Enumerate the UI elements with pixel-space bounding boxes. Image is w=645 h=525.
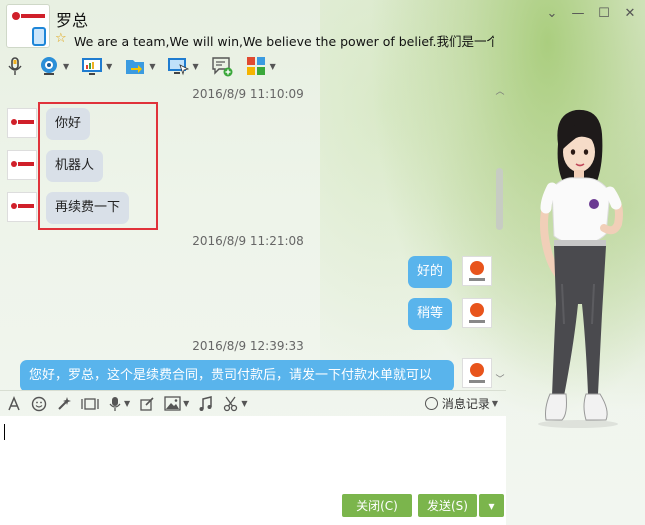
font-button[interactable] bbox=[6, 395, 22, 412]
contact-name[interactable]: 罗总 bbox=[56, 7, 88, 31]
scissors-icon bbox=[224, 396, 238, 411]
my-message-avatar[interactable] bbox=[462, 298, 492, 328]
video-call-button[interactable]: ▼ bbox=[38, 55, 69, 77]
close-icon[interactable]: ✕ bbox=[623, 6, 637, 21]
thumbs-up-logo-icon bbox=[469, 261, 485, 281]
input-toolbar: ▼ ▼ ▼ 消息记录 ▼ bbox=[0, 390, 506, 416]
screenshot-icon bbox=[81, 397, 99, 410]
contact-message-avatar[interactable] bbox=[7, 192, 37, 222]
scroll-up-icon[interactable]: ︿ bbox=[494, 84, 506, 97]
chevron-down-icon[interactable]: ▼ bbox=[192, 62, 198, 71]
add-chat-icon bbox=[211, 57, 233, 77]
screenshot-button[interactable] bbox=[81, 396, 99, 412]
skin-dropdown-icon[interactable]: ⌄ bbox=[545, 6, 559, 21]
company-logo-icon bbox=[11, 119, 34, 125]
window-header: 罗总 ☆ We are a team,We will win,We believ… bbox=[0, 0, 645, 84]
my-message-avatar[interactable] bbox=[462, 358, 492, 388]
outgoing-message-bubble[interactable]: 稍等 bbox=[408, 298, 453, 330]
chat-window: 罗总 ☆ We are a team,We will win,We believ… bbox=[0, 0, 645, 525]
remote-assist-icon bbox=[168, 58, 190, 76]
apps-icon bbox=[246, 57, 265, 75]
message-timestamp: 2016/8/9 11:10:09 bbox=[192, 87, 304, 101]
thumbs-up-logo-icon bbox=[469, 363, 485, 383]
nudge-button[interactable] bbox=[56, 396, 72, 412]
minimize-icon[interactable]: — bbox=[571, 6, 585, 21]
file-transfer-button[interactable]: ▼ bbox=[124, 55, 155, 77]
close-button[interactable]: 关闭(C) bbox=[342, 494, 412, 517]
outgoing-message-bubble[interactable]: 好的 bbox=[408, 256, 453, 288]
chevron-down-icon[interactable]: ▼ bbox=[124, 399, 130, 408]
chevron-down-icon[interactable]: ▼ bbox=[492, 399, 498, 408]
image-button[interactable]: ▼ bbox=[164, 396, 189, 411]
webcam-icon bbox=[41, 57, 57, 75]
add-chat-button[interactable] bbox=[211, 55, 233, 77]
magic-wand-icon bbox=[58, 396, 71, 410]
outgoing-message-bubble[interactable]: 您好，罗总，这个是续费合同，贵司付款后，请发一下付款水单就可以 bbox=[20, 360, 454, 390]
star-icon[interactable]: ☆ bbox=[55, 31, 67, 46]
edit-button[interactable] bbox=[139, 396, 155, 412]
chevron-down-icon[interactable]: ▼ bbox=[106, 62, 112, 71]
music-button[interactable] bbox=[198, 395, 214, 412]
clock-icon bbox=[424, 397, 438, 410]
chevron-down-icon[interactable]: ▼ bbox=[241, 399, 247, 408]
message-history-label: 消息记录 bbox=[441, 397, 490, 411]
voice-call-button[interactable] bbox=[4, 55, 26, 77]
scroll-thumb[interactable] bbox=[496, 168, 503, 230]
send-options-button[interactable]: ▾ bbox=[479, 494, 504, 517]
screen-share-icon bbox=[82, 58, 103, 75]
annotation-highlight-box bbox=[38, 102, 158, 230]
thumbs-up-logo-icon bbox=[469, 303, 485, 323]
voice-message-button[interactable]: ▼ bbox=[108, 396, 130, 412]
company-logo-icon bbox=[11, 161, 34, 167]
company-logo-icon bbox=[11, 203, 34, 209]
chat-scrollbar[interactable]: ︿ ﹀ bbox=[494, 84, 506, 390]
contact-signature: We are a team,We will win,We believe the… bbox=[74, 34, 494, 49]
message-timestamp: 2016/8/9 12:39:33 bbox=[192, 339, 304, 353]
chevron-down-icon[interactable]: ▼ bbox=[270, 62, 276, 71]
text-cursor bbox=[4, 424, 5, 440]
emoji-icon bbox=[31, 396, 47, 411]
microphone-icon bbox=[109, 396, 121, 411]
maximize-icon[interactable]: ☐ bbox=[597, 6, 611, 21]
apps-button[interactable]: ▼ bbox=[245, 55, 276, 77]
company-logo-icon bbox=[12, 12, 45, 20]
image-icon bbox=[164, 396, 181, 411]
scissors-button[interactable]: ▼ bbox=[223, 396, 247, 412]
file-transfer-icon bbox=[126, 60, 145, 74]
remote-assist-button[interactable]: ▼ bbox=[167, 55, 199, 77]
chevron-down-icon[interactable]: ▼ bbox=[183, 399, 189, 408]
microphone-icon bbox=[8, 57, 22, 75]
chat-toolbar: ▼ ▼ ▼ ▼ ▼ bbox=[4, 52, 288, 80]
scroll-down-icon[interactable]: ﹀ bbox=[494, 372, 506, 385]
edit-icon bbox=[140, 396, 154, 411]
contact-message-avatar[interactable] bbox=[7, 150, 37, 180]
window-controls: ⌄ — ☐ ✕ bbox=[545, 6, 637, 21]
music-note-icon bbox=[199, 395, 213, 411]
font-icon bbox=[8, 395, 20, 410]
emoji-button[interactable] bbox=[31, 396, 47, 412]
message-input[interactable]: 关闭(C) 发送(S) ▾ bbox=[0, 416, 506, 525]
chevron-down-icon[interactable]: ▼ bbox=[149, 62, 155, 71]
message-timestamp: 2016/8/9 11:21:08 bbox=[192, 234, 304, 248]
message-history-button[interactable]: 消息记录 ▼ bbox=[424, 395, 498, 412]
contact-message-avatar[interactable] bbox=[7, 108, 37, 138]
chevron-down-icon[interactable]: ▼ bbox=[63, 62, 69, 71]
girl-character-illustration bbox=[538, 109, 623, 428]
send-button[interactable]: 发送(S) bbox=[418, 494, 477, 517]
contact-avatar[interactable] bbox=[6, 4, 50, 48]
mobile-online-icon bbox=[32, 27, 46, 46]
screen-share-button[interactable]: ▼ bbox=[81, 55, 112, 77]
my-message-avatar[interactable] bbox=[462, 256, 492, 286]
